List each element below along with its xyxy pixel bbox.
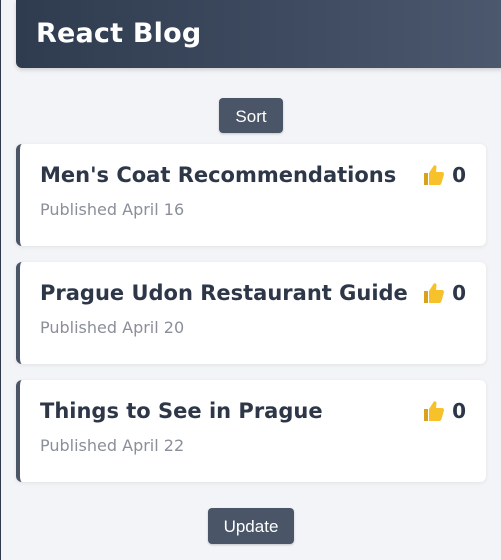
post-date: Published April 22 [40,436,185,455]
like-count: 0 [452,399,466,423]
post-title[interactable]: Things to See in Prague [40,399,323,423]
post-card[interactable]: Prague Udon Restaurant Guide Published A… [16,262,486,364]
app-header: React Blog [16,0,501,68]
post-card[interactable]: Men's Coat Recommendations Published Apr… [16,144,486,246]
thumbs-up-icon[interactable] [422,399,446,423]
like-button[interactable]: 0 [422,163,466,187]
like-count: 0 [452,163,466,187]
like-count: 0 [452,281,466,305]
post-card[interactable]: Things to See in Prague Published April … [16,380,486,482]
thumbs-up-icon[interactable] [422,281,446,305]
post-title[interactable]: Men's Coat Recommendations [40,163,396,187]
post-date: Published April 20 [40,318,185,337]
sort-button[interactable]: Sort [219,98,283,133]
thumbs-up-icon[interactable] [422,163,446,187]
update-button[interactable]: Update [208,508,294,544]
window-edge [0,0,1,560]
app-title: React Blog [36,18,202,49]
post-date: Published April 16 [40,200,185,219]
like-button[interactable]: 0 [422,281,466,305]
like-button[interactable]: 0 [422,399,466,423]
post-title[interactable]: Prague Udon Restaurant Guide [40,281,408,305]
